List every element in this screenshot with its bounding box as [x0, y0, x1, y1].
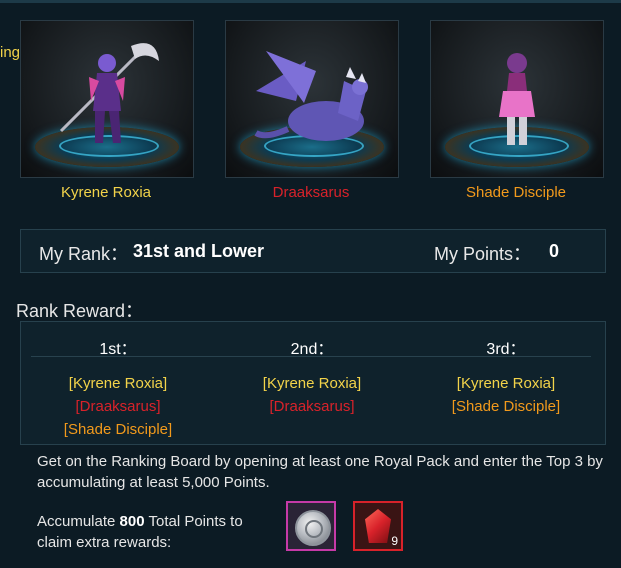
disciple-figure-icon — [499, 53, 535, 145]
extra-reward-slot-coin[interactable] — [286, 501, 336, 551]
my-points-label: My Points： — [434, 244, 532, 264]
reward-rank-heading: 2nd： — [290, 341, 334, 358]
reward-rank-heading: 1st： — [99, 341, 137, 358]
reward-item[interactable]: [Kyrene Roxia] — [21, 372, 215, 395]
my-rank-value: 31st and Lower — [133, 241, 265, 261]
reward-item[interactable]: [Shade Disciple] — [409, 395, 603, 418]
reward-item[interactable]: [Shade Disciple] — [21, 418, 215, 441]
reward-item[interactable]: [Kyrene Roxia] — [409, 372, 603, 395]
my-rank-label: My Rank： — [39, 244, 129, 264]
character-name-draaksarus: Draaksarus — [272, 184, 350, 201]
accumulate-text: Accumulate 800 Total Points to claim ext… — [37, 511, 277, 553]
reward-column-1st: 1st： [Kyrene Roxia] [Draaksarus] [Shade … — [21, 322, 215, 441]
extra-reward-slot-crystal[interactable]: 9 — [353, 501, 403, 551]
ranking-info-text: Get on the Ranking Board by opening at l… — [37, 453, 603, 491]
my-rank-panel: My Rank： 31st and Lower My Points： 0 — [20, 229, 606, 273]
top-divider — [0, 0, 621, 3]
red-crystal-icon — [365, 509, 391, 543]
my-points-value: 0 — [549, 241, 560, 261]
silver-coin-icon — [295, 510, 331, 546]
reward-item[interactable]: [Draaksarus] — [21, 395, 215, 418]
rank-reward-panel: 1st： [Kyrene Roxia] [Draaksarus] [Shade … — [20, 321, 606, 445]
character-card-draaksarus[interactable] — [225, 20, 399, 178]
accumulate-points: 800 — [119, 513, 145, 530]
character-name-kyrene-roxia: Kyrene Roxia — [60, 184, 152, 201]
item-count: 9 — [391, 534, 398, 548]
character-card-kyrene-roxia[interactable] — [20, 20, 194, 178]
reward-item[interactable]: [Draaksarus] — [215, 395, 409, 418]
accumulate-prefix: Accumulate — [37, 513, 120, 530]
reward-item[interactable]: [Kyrene Roxia] — [215, 372, 409, 395]
rank-reward-title: Rank Reward： — [16, 301, 144, 321]
reward-rank-heading: 3rd： — [486, 341, 526, 358]
cut-off-label: ing — [0, 44, 21, 61]
reward-column-3rd: 3rd： [Kyrene Roxia] [Shade Disciple] — [409, 322, 603, 418]
character-card-shade-disciple[interactable] — [430, 20, 604, 178]
reward-column-2nd: 2nd： [Kyrene Roxia] [Draaksarus] — [215, 322, 409, 418]
character-name-shade-disciple: Shade Disciple — [465, 184, 567, 201]
warrior-figure-icon — [59, 43, 159, 143]
dragon-icon — [254, 51, 368, 141]
